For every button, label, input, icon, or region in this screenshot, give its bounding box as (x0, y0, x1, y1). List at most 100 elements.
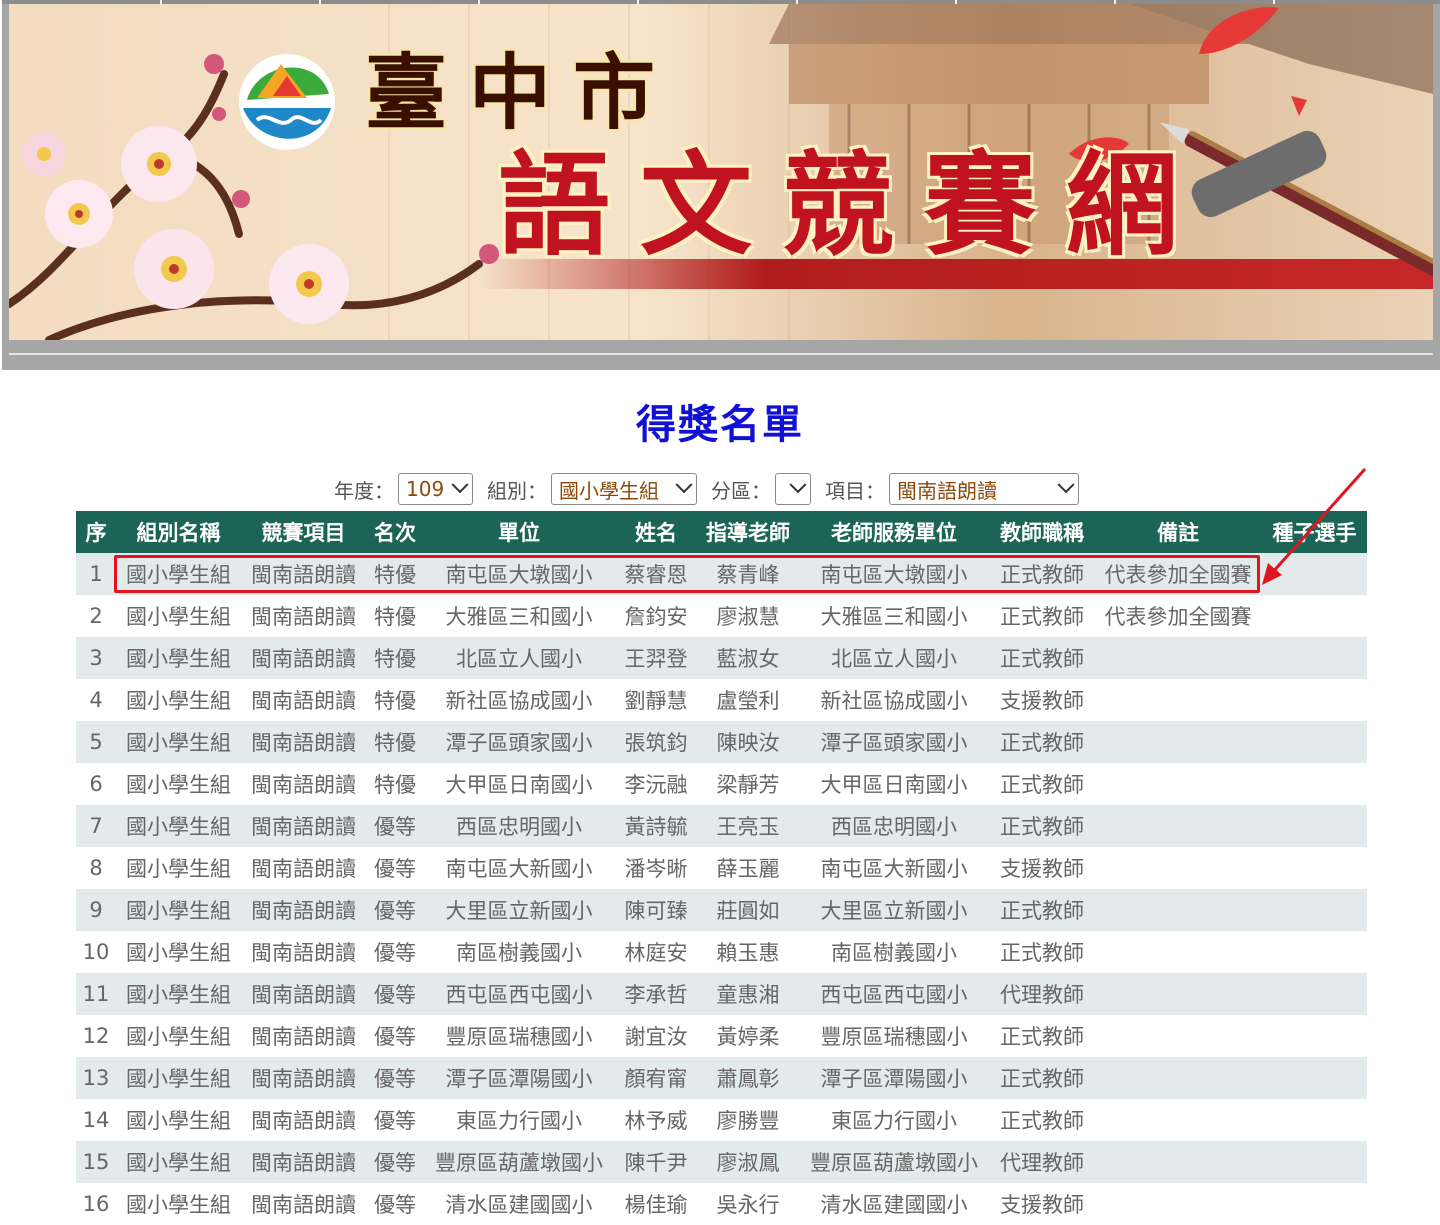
cell-seed (1262, 931, 1367, 973)
cell-teacher-title: 正式教師 (990, 931, 1094, 973)
cell-teacher: 陳映汝 (698, 721, 798, 763)
cell-group-name: 國小學生組 (116, 763, 241, 805)
cell-rank: 優等 (366, 805, 424, 847)
cell-teacher-title: 正式教師 (990, 1099, 1094, 1141)
cell-seq: 2 (76, 595, 116, 637)
cell-group-name: 國小學生組 (116, 595, 241, 637)
cell-event: 閩南語朗讀 (241, 1057, 366, 1099)
annotation-arrow-icon (1262, 468, 1367, 585)
cell-remark (1094, 679, 1262, 721)
cell-event: 閩南語朗讀 (241, 1183, 366, 1225)
table-row: 11 國小學生組 閩南語朗讀 優等 西屯區西屯國小 李承哲 童惠湘 西屯區西屯國小 代理教師 (76, 973, 1367, 1015)
cell-group-name: 國小學生組 (116, 805, 241, 847)
cell-seq: 15 (76, 1141, 116, 1183)
cell-event: 閩南語朗讀 (241, 1015, 366, 1057)
cell-teacher-school: 北區立人國小 (798, 637, 990, 679)
cell-teacher: 梁靜芳 (698, 763, 798, 805)
table-row: 15 國小學生組 閩南語朗讀 優等 豐原區葫蘆墩國小 陳千尹 廖淑鳳 豐原區葫蘆墩國小 代理教師 (76, 1141, 1367, 1183)
cell-teacher-school: 新社區協成國小 (798, 679, 990, 721)
cell-seed (1262, 763, 1367, 805)
cell-teacher-title: 代理教師 (990, 973, 1094, 1015)
cell-student-name: 李沅融 (614, 763, 698, 805)
cell-rank: 特優 (366, 679, 424, 721)
cell-seq: 16 (76, 1183, 116, 1225)
cell-teacher-title: 支援教師 (990, 847, 1094, 889)
group-select[interactable]: 國小學生組 (551, 473, 697, 505)
award-results-table: 序 組別名稱 競賽項目 名次 單位 姓名 指導老師 老師服務單位 教師職稱 備註… (76, 511, 1367, 1225)
column-header: 姓名 (614, 511, 698, 553)
cell-teacher-school: 大甲區日南國小 (798, 763, 990, 805)
cell-student-name: 詹鈞安 (614, 595, 698, 637)
cell-seq: 3 (76, 637, 116, 679)
item-select-value: 閩南語朗讀 (897, 478, 997, 503)
cell-student-name: 李承哲 (614, 973, 698, 1015)
cell-teacher-title: 正式教師 (990, 763, 1094, 805)
cell-seed (1262, 1057, 1367, 1099)
area-select[interactable] (775, 473, 811, 505)
cell-teacher-title: 正式教師 (990, 1057, 1094, 1099)
cell-teacher: 王亮玉 (698, 805, 798, 847)
cell-seq: 7 (76, 805, 116, 847)
cell-teacher: 薛玉麗 (698, 847, 798, 889)
cell-student-name: 顏宥甯 (614, 1057, 698, 1099)
year-filter-label: 年度： (334, 478, 394, 503)
cell-teacher-title: 支援教師 (990, 679, 1094, 721)
cell-teacher-title: 支援教師 (990, 1183, 1094, 1225)
cell-teacher-school: 潭子區潭陽國小 (798, 1057, 990, 1099)
cell-teacher: 賴玉惠 (698, 931, 798, 973)
cell-teacher-title: 正式教師 (990, 595, 1094, 637)
cell-student-name: 王羿登 (614, 637, 698, 679)
cell-student-name: 黃詩毓 (614, 805, 698, 847)
cell-seq: 13 (76, 1057, 116, 1099)
cell-group-name: 國小學生組 (116, 847, 241, 889)
cell-school: 大里區立新國小 (424, 889, 614, 931)
cell-seq: 14 (76, 1099, 116, 1141)
cell-event: 閩南語朗讀 (241, 973, 366, 1015)
cell-teacher-school: 大里區立新國小 (798, 889, 990, 931)
cell-school: 南區樹義國小 (424, 931, 614, 973)
banner-city-title: 臺中市 (365, 45, 678, 141)
cell-event: 閩南語朗讀 (241, 763, 366, 805)
column-header: 名次 (366, 511, 424, 553)
cell-seq: 11 (76, 973, 116, 1015)
cell-teacher: 蕭鳳彰 (698, 1057, 798, 1099)
cell-group-name: 國小學生組 (116, 1015, 241, 1057)
cell-teacher-title: 正式教師 (990, 637, 1094, 679)
table-row: 4 國小學生組 閩南語朗讀 特優 新社區協成國小 劉靜慧 盧瑩利 新社區協成國小 支援教師 (76, 679, 1367, 721)
cell-seed (1262, 973, 1367, 1015)
cell-seq: 1 (76, 553, 116, 595)
table-row: 12 國小學生組 閩南語朗讀 優等 豐原區瑞穗國小 謝宜汝 黃婷柔 豐原區瑞穗國小 正式教師 (76, 1015, 1367, 1057)
cell-teacher: 廖淑慧 (698, 595, 798, 637)
year-select-value: 109 (406, 477, 445, 501)
cell-remark (1094, 973, 1262, 1015)
table-body: 1 國小學生組 閩南語朗讀 特優 南屯區大墩國小 蔡睿恩 蔡青峰 南屯區大墩國小 正式教師 代表參… (76, 553, 1367, 1225)
cell-rank: 特優 (366, 763, 424, 805)
cell-seed (1262, 679, 1367, 721)
cell-group-name: 國小學生組 (116, 1099, 241, 1141)
cell-school: 豐原區葫蘆墩國小 (424, 1141, 614, 1183)
cell-group-name: 國小學生組 (116, 637, 241, 679)
cell-teacher-school: 西區忠明國小 (798, 805, 990, 847)
cell-event: 閩南語朗讀 (241, 847, 366, 889)
cell-student-name: 張筑鈞 (614, 721, 698, 763)
cell-school: 潭子區潭陽國小 (424, 1057, 614, 1099)
column-header: 老師服務單位 (798, 511, 990, 553)
cell-rank: 特優 (366, 721, 424, 763)
chevron-down-icon (789, 476, 807, 494)
cell-teacher-title: 代理教師 (990, 1141, 1094, 1183)
cell-seq: 4 (76, 679, 116, 721)
cell-teacher-school: 潭子區頭家國小 (798, 721, 990, 763)
item-filter-label: 項目： (825, 478, 885, 503)
cell-seed (1262, 1141, 1367, 1183)
group-filter-label: 組別： (487, 478, 547, 503)
column-header: 單位 (424, 511, 614, 553)
cell-remark (1094, 1099, 1262, 1141)
table-row: 3 國小學生組 閩南語朗讀 特優 北區立人國小 王羿登 藍淑女 北區立人國小 正式教師 (76, 637, 1367, 679)
table-row: 14 國小學生組 閩南語朗讀 優等 東區力行國小 林予威 廖勝豐 東區力行國小 正式教師 (76, 1099, 1367, 1141)
year-select[interactable]: 109 (398, 473, 473, 505)
cell-group-name: 國小學生組 (116, 679, 241, 721)
cell-student-name: 楊佳瑜 (614, 1183, 698, 1225)
cell-remark (1094, 847, 1262, 889)
cell-rank: 優等 (366, 847, 424, 889)
item-select[interactable]: 閩南語朗讀 (889, 473, 1079, 505)
